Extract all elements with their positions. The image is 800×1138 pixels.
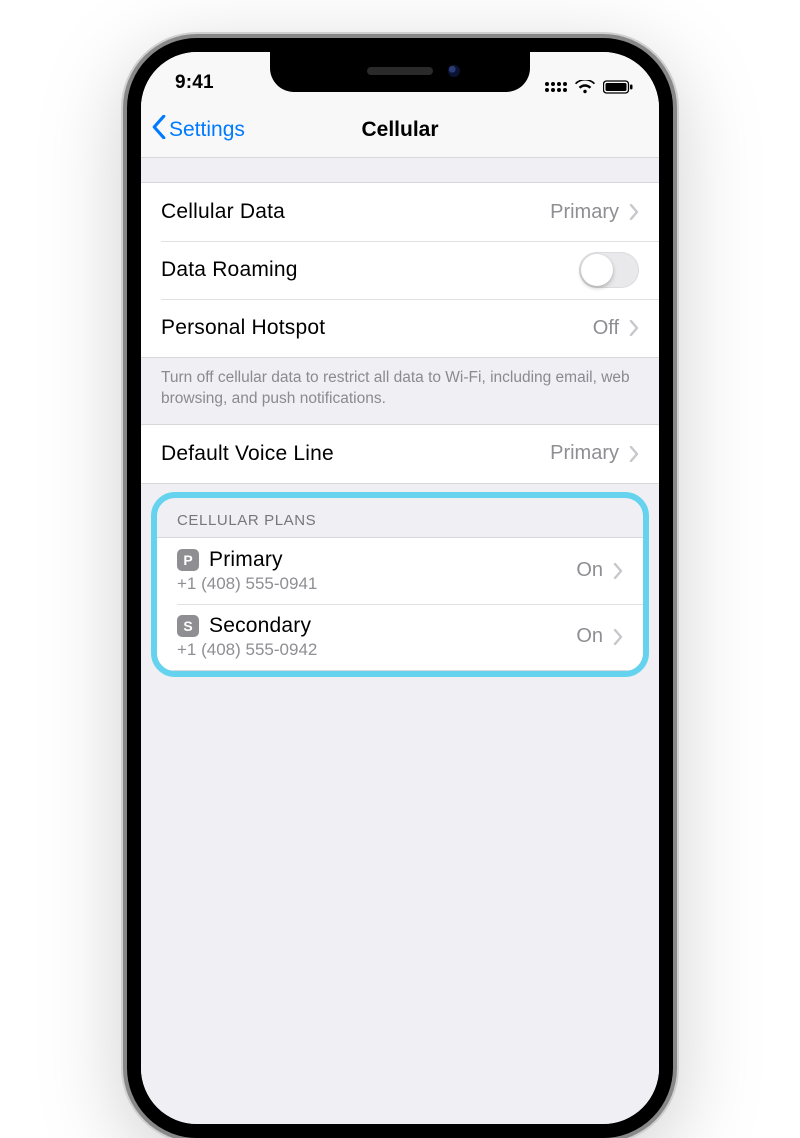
row-value-text: Off [593,317,619,340]
nav-bar: Settings Cellular [141,102,659,158]
chevron-right-icon [613,563,623,579]
row-personal-hotspot[interactable]: Personal Hotspot Off [141,299,659,357]
row-value: Off [593,317,639,340]
stage: 9:41 [0,0,800,800]
toggle-knob [581,254,613,286]
highlight-cellular-plans: CELLULAR PLANS P Primary +1 (408) 555-09… [151,492,649,677]
phone-notch [270,50,530,92]
plan-title: Primary [209,548,283,572]
row-label: Cellular Data [161,200,285,224]
row-data-roaming: Data Roaming [141,241,659,299]
cellular-signal-icon [545,82,567,92]
row-label: Default Voice Line [161,442,334,466]
row-plan-primary[interactable]: P Primary +1 (408) 555-0941 On [157,538,643,604]
row-cellular-data[interactable]: Cellular Data Primary [141,183,659,241]
row-value: Primary [550,442,639,465]
row-value-text: Primary [550,201,619,224]
group-footer-note: Turn off cellular data to restrict all d… [141,358,659,424]
plan-title-line: P Primary [177,548,576,572]
plan-title: Secondary [209,614,311,638]
plan-status: On [576,625,603,648]
row-value: On [576,559,623,582]
plan-number: +1 (408) 555-0942 [177,640,576,660]
chevron-left-icon [151,115,169,145]
settings-content[interactable]: Cellular Data Primary Data Roaming [141,158,659,1124]
group-cellular-main: Cellular Data Primary Data Roaming [141,182,659,358]
status-time: 9:41 [175,72,214,94]
chevron-right-icon [629,446,639,462]
row-value: On [576,625,623,648]
back-label: Settings [169,118,245,142]
plan-main: S Secondary +1 (408) 555-0942 [177,614,576,660]
group-default-voice: Default Voice Line Primary [141,424,659,484]
front-camera [448,65,460,77]
phone-screen: 9:41 [141,52,659,1124]
chevron-right-icon [629,320,639,336]
plan-status: On [576,559,603,582]
section-header-cellular-plans: CELLULAR PLANS [157,498,643,537]
plan-badge-icon: P [177,549,199,571]
plan-main: P Primary +1 (408) 555-0941 [177,548,576,594]
speaker-grill [367,67,433,75]
plan-badge-icon: S [177,615,199,637]
status-indicators [545,80,633,94]
battery-icon [603,80,633,94]
row-plan-secondary[interactable]: S Secondary +1 (408) 555-0942 On [157,604,643,670]
page-title: Cellular [361,118,438,142]
data-roaming-toggle[interactable] [579,252,639,288]
wifi-icon [575,80,595,94]
chevron-right-icon [629,204,639,220]
row-label: Personal Hotspot [161,316,325,340]
row-default-voice-line[interactable]: Default Voice Line Primary [141,425,659,483]
plan-title-line: S Secondary [177,614,576,638]
iphone-frame: 9:41 [127,38,673,1138]
group-cellular-plans: P Primary +1 (408) 555-0941 On [157,537,643,671]
back-button[interactable]: Settings [151,102,245,157]
row-label: Data Roaming [161,258,298,282]
row-value-text: Primary [550,442,619,465]
plan-number: +1 (408) 555-0941 [177,574,576,594]
chevron-right-icon [613,629,623,645]
row-value: Primary [550,201,639,224]
